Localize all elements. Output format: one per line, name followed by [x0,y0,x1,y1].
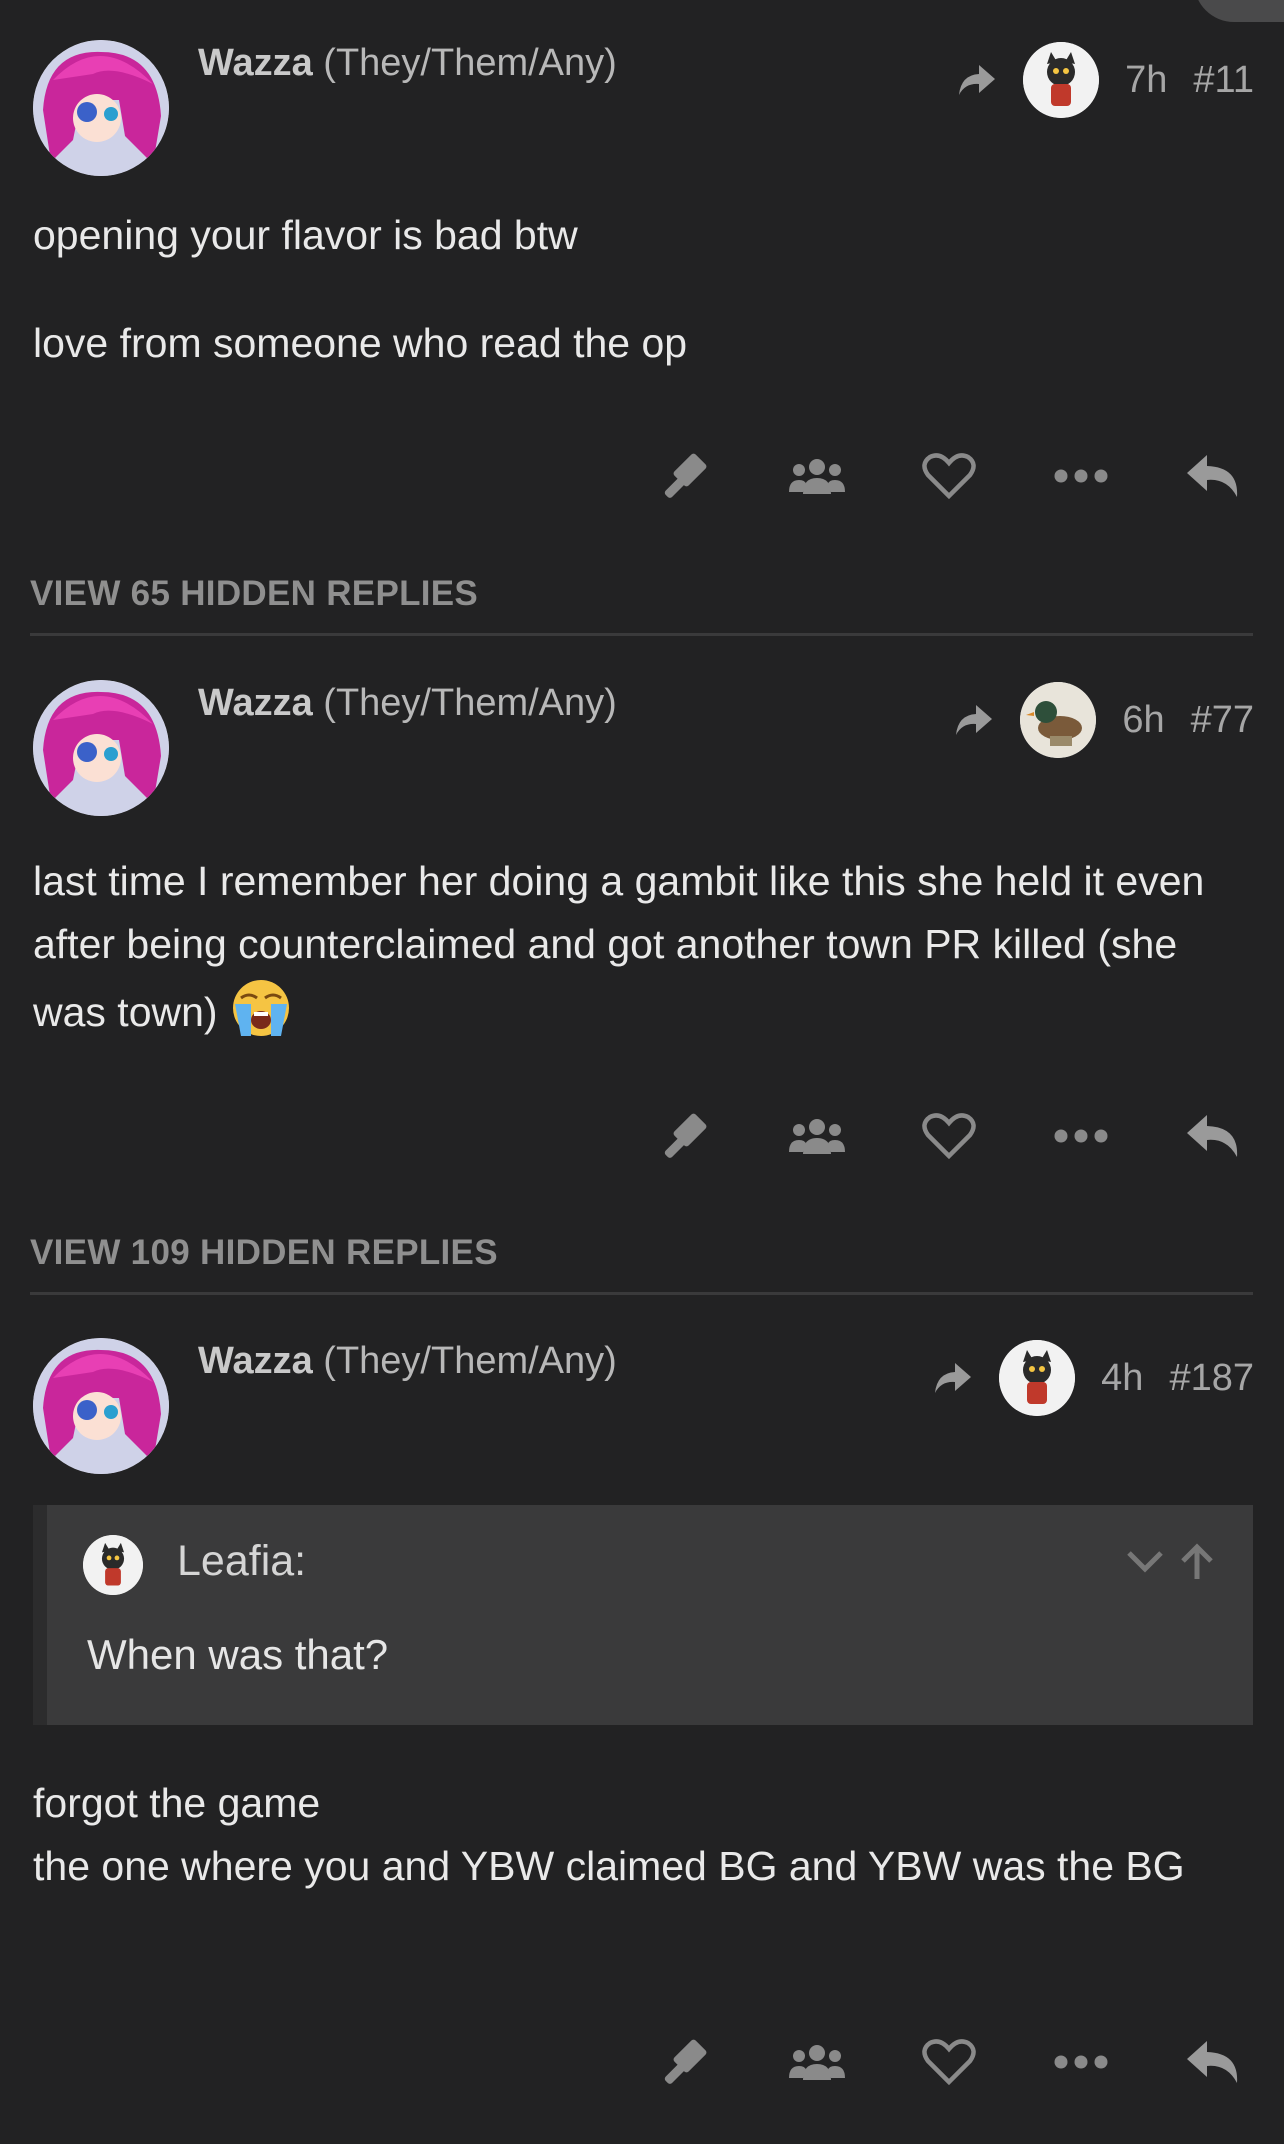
post-77: Wazza (They/Them/Any) 6h #77 last time I… [0,640,1284,1240]
post-body: last time I remember her doing a gambit … [33,850,1233,1044]
author-avatar[interactable] [33,1338,169,1474]
author-line: Wazza (They/Them/Any) [198,1338,617,1384]
gavel-icon[interactable] [654,2032,716,2092]
loudly-crying-face-emoji [232,980,289,1036]
post-paragraph: last time I remember her doing a gambit … [33,850,1233,1044]
view-hidden-replies-link[interactable]: VIEW 109 HIDDEN REPLIES [30,1233,498,1273]
post-paragraph-text: last time I remember her doing a gambit … [33,858,1205,1035]
divider [30,633,1253,636]
author-name[interactable]: Wazza [198,1340,313,1382]
post-body: forgot the game the one where you and YB… [33,1772,1253,1898]
author-name[interactable]: Wazza [198,682,313,724]
post-actions [654,1106,1244,1166]
author-pronouns: (They/Them/Any) [323,682,617,724]
more-icon[interactable] [1050,446,1112,506]
quote-text: When was that? [87,1631,389,1678]
users-icon[interactable] [786,2032,848,2092]
reply-to-avatar[interactable] [1020,682,1097,758]
post-paragraph: love from someone who read the op [33,320,688,366]
chevron-down-icon[interactable] [1123,1541,1167,1581]
divider [30,1292,1253,1295]
post-body: opening your flavor is bad btw love from… [33,204,687,375]
author-avatar[interactable] [33,680,169,816]
post-actions [654,446,1244,506]
post-meta: 6h #77 [954,680,1254,760]
heart-icon[interactable] [918,1106,980,1166]
post-time[interactable]: 6h [1122,699,1164,742]
author-line: Wazza (They/Them/Any) [198,40,617,86]
quote-block: Leafia: When was that? [33,1505,1253,1725]
post-187: Wazza (They/Them/Any) 4h #187 Leafia: Wh… [0,1298,1284,2144]
arrow-up-icon[interactable] [1177,1541,1217,1581]
post-number[interactable]: #11 [1193,59,1254,102]
quote-author: Leafia: [177,1537,307,1585]
view-hidden-replies-link[interactable]: VIEW 65 HIDDEN REPLIES [30,574,478,614]
post-time[interactable]: 7h [1125,59,1167,102]
author-pronouns: (They/Them/Any) [323,42,617,84]
post-paragraph: the one where you and YBW claimed BG and… [33,1843,1185,1889]
post-paragraph: forgot the game [33,1780,321,1826]
author-pronouns: (They/Them/Any) [323,1340,617,1382]
reply-icon[interactable] [1182,2032,1244,2092]
users-icon[interactable] [786,1106,848,1166]
reply-icon[interactable] [1182,446,1244,506]
gavel-icon[interactable] [654,446,716,506]
reply-to-arrow-icon[interactable] [933,1361,973,1395]
reply-to-avatar[interactable] [1023,42,1100,118]
reply-to-arrow-icon[interactable] [954,703,994,737]
post-paragraph: opening your flavor is bad btw [33,212,578,258]
post-meta: 4h #187 [933,1338,1254,1418]
gavel-icon[interactable] [654,1106,716,1166]
quote-author-avatar[interactable] [83,1535,143,1595]
post-actions [654,2032,1244,2092]
heart-icon[interactable] [918,2032,980,2092]
author-line: Wazza (They/Them/Any) [198,680,617,726]
quote-controls [1123,1541,1217,1581]
heart-icon[interactable] [918,446,980,506]
post-meta: 7h #11 [957,40,1254,120]
reply-to-avatar[interactable] [999,1340,1076,1416]
author-avatar[interactable] [33,40,169,176]
more-icon[interactable] [1050,2032,1112,2092]
reply-icon[interactable] [1182,1106,1244,1166]
more-icon[interactable] [1050,1106,1112,1166]
author-name[interactable]: Wazza [198,42,313,84]
post-number[interactable]: #77 [1191,699,1254,742]
post-time[interactable]: 4h [1101,1357,1143,1400]
users-icon[interactable] [786,446,848,506]
post-number[interactable]: #187 [1169,1357,1254,1400]
reply-to-arrow-icon[interactable] [957,63,997,97]
post-11: Wazza (They/Them/Any) 7h #11 opening you… [0,0,1284,580]
